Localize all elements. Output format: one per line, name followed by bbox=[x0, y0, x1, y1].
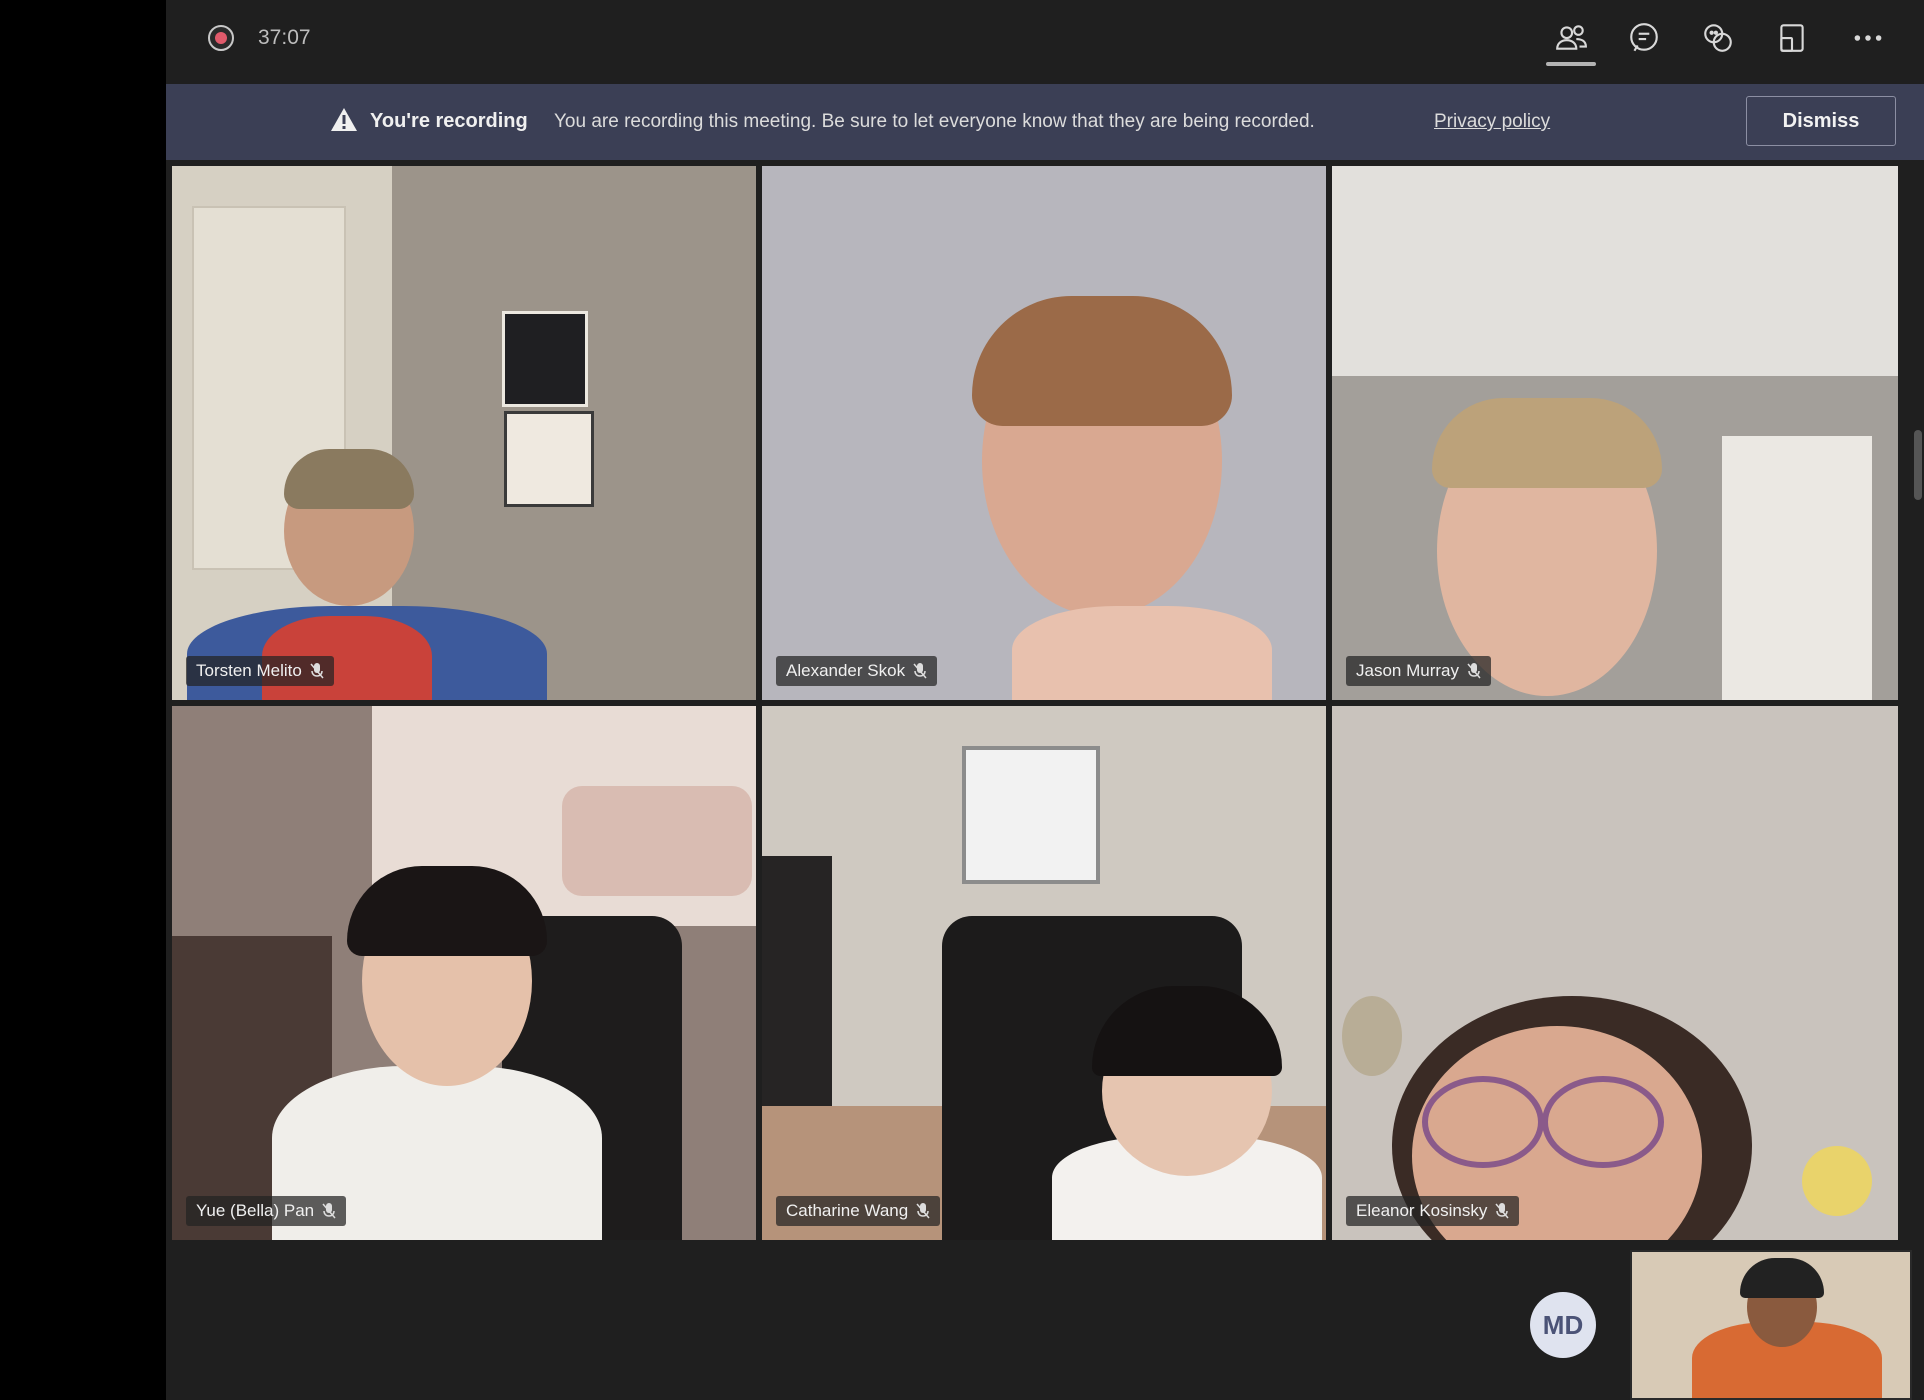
video-tile[interactable]: Jason Murray bbox=[1332, 166, 1898, 700]
mic-muted-icon bbox=[1467, 663, 1481, 679]
warning-icon bbox=[331, 108, 357, 131]
banner-title: You're recording bbox=[370, 110, 528, 132]
share-icon[interactable] bbox=[1770, 18, 1814, 58]
participant-name-tag: Torsten Melito bbox=[186, 656, 334, 686]
mic-muted-icon bbox=[322, 1203, 336, 1219]
video-tile[interactable]: Torsten Melito bbox=[172, 166, 756, 700]
participant-name: Yue (Bella) Pan bbox=[196, 1201, 315, 1220]
reactions-icon[interactable] bbox=[1696, 18, 1740, 58]
participant-name: Eleanor Kosinsky bbox=[1356, 1201, 1488, 1220]
participant-name-tag: Eleanor Kosinsky bbox=[1346, 1196, 1520, 1226]
self-video-preview[interactable] bbox=[1630, 1250, 1912, 1400]
mic-muted-icon bbox=[1495, 1203, 1509, 1219]
participant-name: Torsten Melito bbox=[196, 661, 302, 680]
video-tile[interactable]: Eleanor Kosinsky bbox=[1332, 706, 1898, 1240]
video-tile[interactable]: Catharine Wang bbox=[762, 706, 1326, 1240]
participant-name-tag: Catharine Wang bbox=[776, 1196, 941, 1226]
meeting-timer: 37:07 bbox=[258, 26, 311, 49]
meeting-toolbar: 37:07 bbox=[166, 0, 1924, 80]
mic-muted-icon bbox=[310, 663, 324, 679]
participant-name: Jason Murray bbox=[1356, 661, 1459, 680]
participant-name-tag: Yue (Bella) Pan bbox=[186, 1196, 347, 1226]
meeting-window: 37:07 You're recording You are recording… bbox=[166, 0, 1924, 1400]
scrollbar[interactable] bbox=[1914, 430, 1922, 500]
avatar[interactable]: MD bbox=[1530, 1292, 1596, 1358]
participant-name: Alexander Skok bbox=[786, 661, 906, 680]
dismiss-button[interactable]: Dismiss bbox=[1746, 96, 1896, 146]
chat-icon[interactable] bbox=[1622, 18, 1666, 58]
banner-message: You are recording this meeting. Be sure … bbox=[554, 111, 1315, 132]
mic-muted-icon bbox=[913, 663, 927, 679]
recording-indicator-icon bbox=[208, 25, 234, 51]
video-tile[interactable]: Alexander Skok bbox=[762, 166, 1326, 700]
participant-name-tag: Alexander Skok bbox=[776, 656, 938, 686]
participant-name-tag: Jason Murray bbox=[1346, 656, 1491, 686]
participant-name: Catharine Wang bbox=[786, 1201, 909, 1220]
video-tile[interactable]: Yue (Bella) Pan bbox=[172, 706, 756, 1240]
privacy-policy-link[interactable]: Privacy policy bbox=[1434, 111, 1550, 133]
participants-icon[interactable] bbox=[1549, 18, 1593, 58]
active-tab-indicator bbox=[1546, 62, 1596, 66]
more-icon[interactable] bbox=[1846, 18, 1890, 58]
recording-banner: You're recording You are recording this … bbox=[166, 84, 1924, 160]
mic-muted-icon bbox=[916, 1203, 930, 1219]
